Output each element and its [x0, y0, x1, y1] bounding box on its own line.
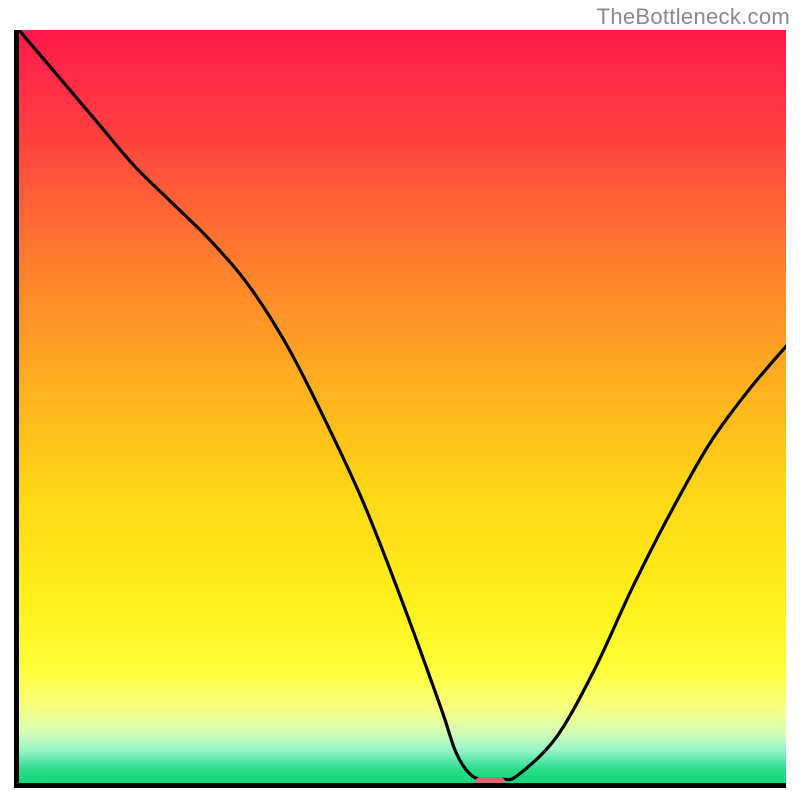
- optimal-point-marker: [474, 777, 506, 788]
- chart-wrapper: TheBottleneck.com: [0, 0, 800, 800]
- gradient-background: [19, 30, 786, 783]
- chart-svg: [19, 30, 786, 783]
- plot-area: [14, 30, 786, 788]
- attribution-text: TheBottleneck.com: [597, 4, 790, 30]
